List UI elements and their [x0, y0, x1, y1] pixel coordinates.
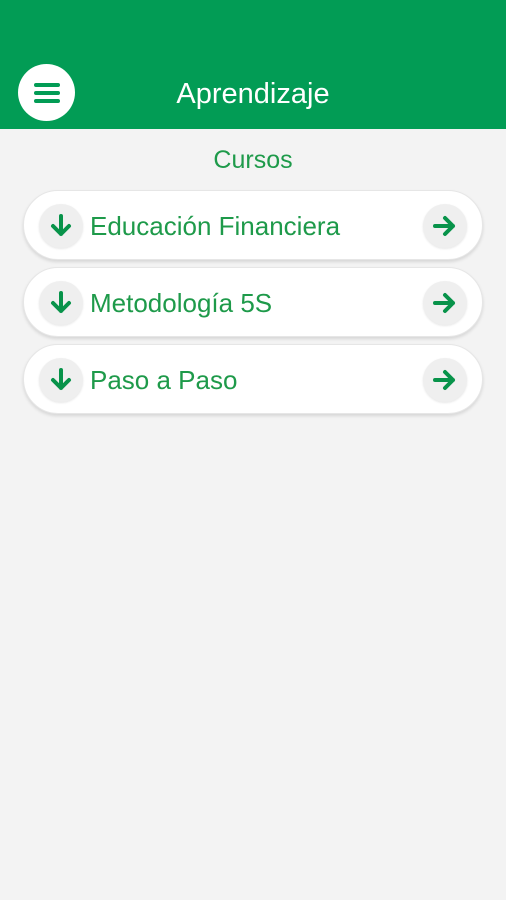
course-item-paso-a-paso[interactable]: Paso a Paso — [23, 344, 483, 414]
course-item-educacion-financiera[interactable]: Educación Financiera — [23, 190, 483, 260]
app-bar: Aprendizaje — [0, 0, 506, 129]
open-course-button[interactable] — [423, 204, 467, 248]
page-title: Aprendizaje — [176, 78, 330, 110]
course-label: Paso a Paso — [90, 365, 238, 395]
arrow-down-icon — [51, 368, 71, 390]
section-title: Cursos — [213, 146, 293, 174]
arrow-right-icon — [433, 293, 455, 313]
expand-course-button[interactable] — [39, 358, 83, 402]
open-course-button[interactable] — [423, 358, 467, 402]
course-list: Educación Financiera Metodología 5S Paso… — [23, 190, 483, 421]
course-item-metodologia-5s[interactable]: Metodología 5S — [23, 267, 483, 337]
arrow-down-icon — [51, 291, 71, 313]
expand-course-button[interactable] — [39, 204, 83, 248]
course-label: Metodología 5S — [90, 288, 273, 318]
arrow-right-icon — [433, 370, 455, 390]
arrow-right-icon — [433, 216, 455, 236]
expand-course-button[interactable] — [39, 281, 83, 325]
course-label: Educación Financiera — [90, 211, 341, 241]
open-course-button[interactable] — [423, 281, 467, 325]
arrow-down-icon — [51, 214, 71, 236]
